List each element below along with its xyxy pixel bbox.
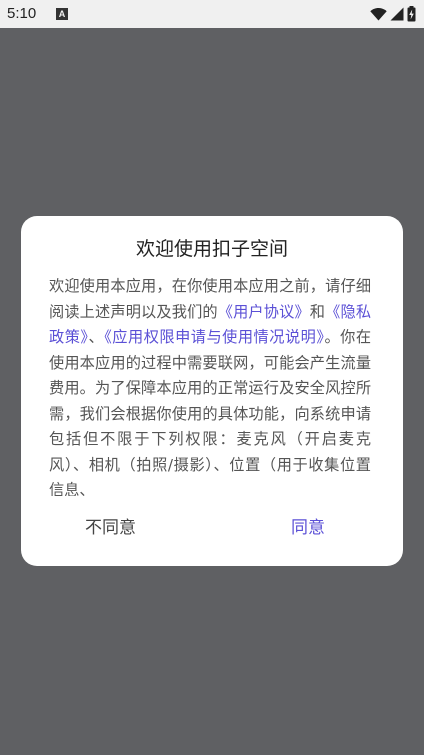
body-text: 、 — [88, 328, 105, 346]
dialog-title: 欢迎使用扣子空间 — [135, 238, 288, 260]
battery-charging-icon — [407, 6, 416, 22]
user-agreement-link[interactable]: 《用户协议》 — [218, 303, 310, 321]
body-text: 和 — [309, 302, 326, 321]
agree-button[interactable]: 同意 — [291, 516, 325, 540]
welcome-dialog: 欢迎使用扣子空间 欢迎使用本应用，在你使用本应用之前，请仔细阅读上述声明以及我们… — [21, 216, 403, 566]
disagree-button[interactable]: 不同意 — [85, 516, 136, 540]
signal-icon — [390, 7, 404, 21]
status-time: 5:10 — [7, 5, 37, 22]
status-bar: 5:10 A — [0, 0, 424, 28]
body-text: 。你在使用本应用的过程中需要联网，可能会产生流量费用。为了保障本应用的正常运行及… — [49, 328, 371, 496]
permissions-description-link[interactable]: 《应用权限申请与使用情况说明》 — [104, 328, 324, 346]
notification-a-icon: A — [56, 8, 68, 20]
wifi-icon — [370, 8, 387, 21]
dialog-body[interactable]: 欢迎使用本应用，在你使用本应用之前，请仔细阅读上述声明以及我们的《用户协议》和《… — [49, 274, 371, 496]
status-icons — [370, 5, 416, 23]
